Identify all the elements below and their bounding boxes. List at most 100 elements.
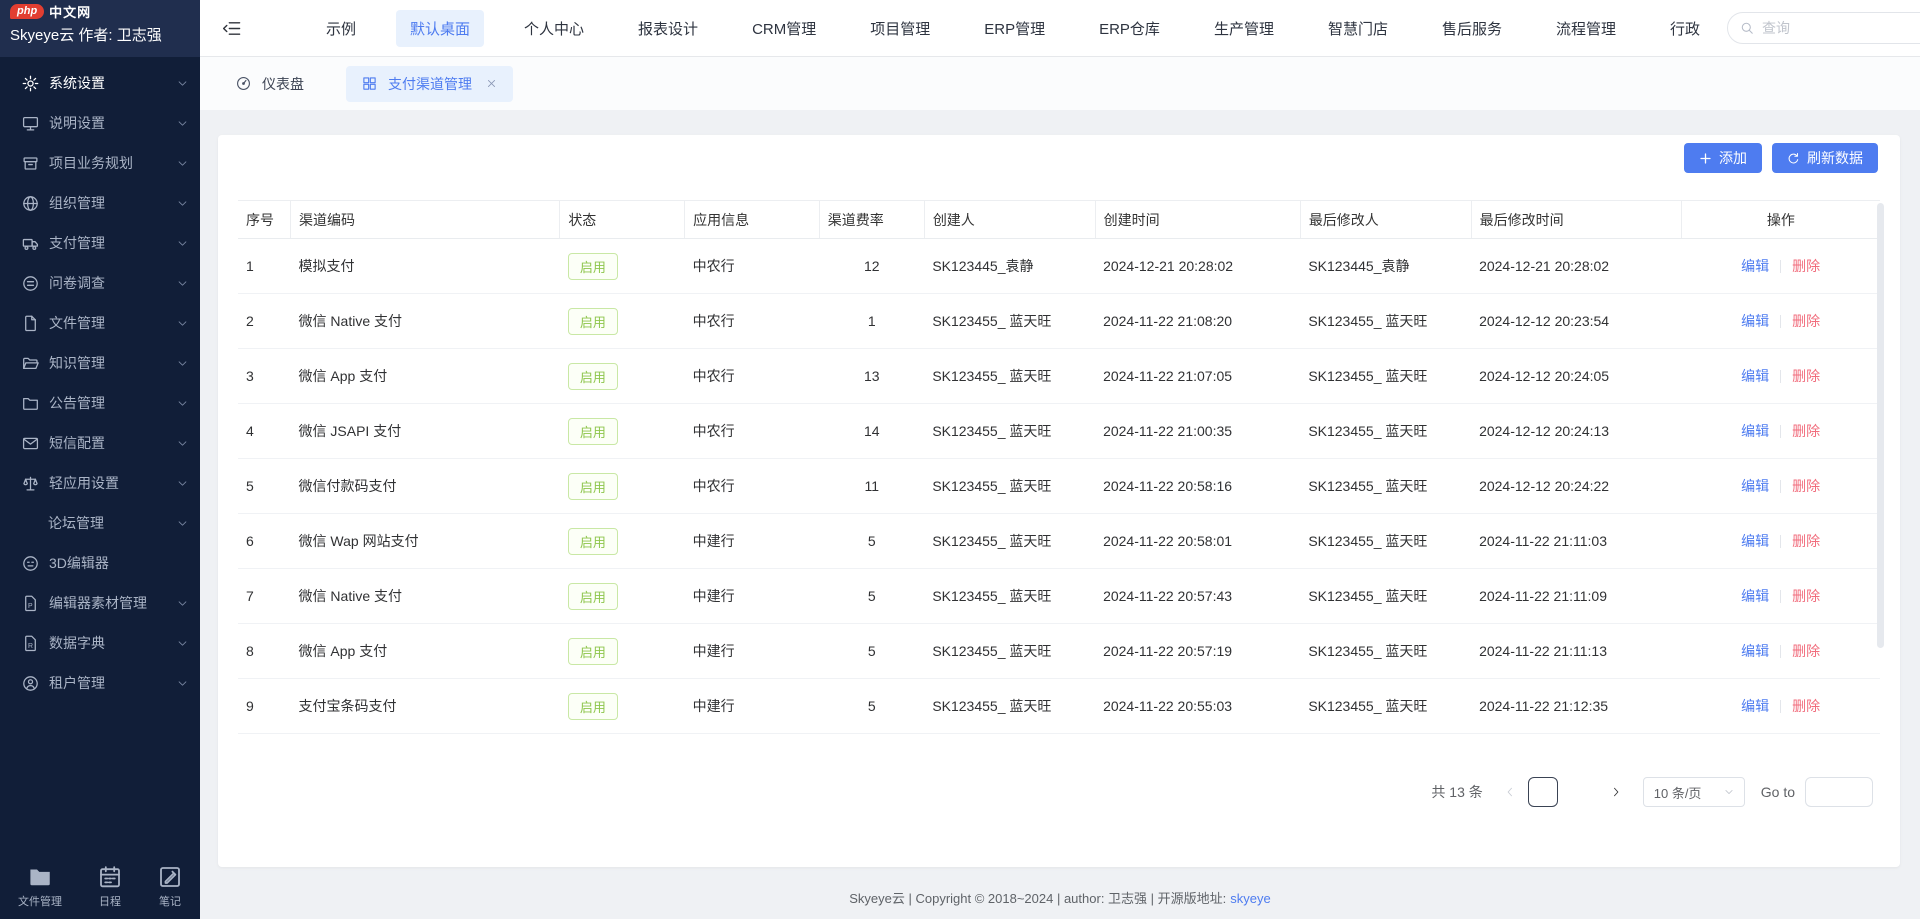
close-icon[interactable] bbox=[486, 78, 497, 89]
edit-link[interactable]: 编辑 bbox=[1741, 533, 1769, 549]
add-button[interactable]: 添加 bbox=[1684, 143, 1762, 173]
global-search[interactable] bbox=[1727, 12, 1920, 44]
survey-icon bbox=[22, 275, 39, 292]
table-row: 2 微信 Native 支付 启用 中农行 1 SK123455_ 蓝天旺 20… bbox=[238, 294, 1880, 349]
page-tab[interactable]: 仪表盘 bbox=[222, 66, 318, 102]
top-nav-item[interactable]: ERP管理 bbox=[970, 10, 1059, 47]
refresh-icon bbox=[1787, 152, 1800, 165]
delete-link[interactable]: 删除 bbox=[1792, 368, 1820, 384]
collapse-sidebar-icon[interactable] bbox=[222, 19, 241, 38]
delete-link[interactable]: 删除 bbox=[1792, 313, 1820, 329]
sidebar-menu-item[interactable]: 论坛管理 bbox=[0, 503, 200, 543]
footer-link[interactable]: skyeye bbox=[1230, 891, 1270, 906]
top-nav-item[interactable]: 售后服务 bbox=[1428, 10, 1516, 47]
chevron-down-icon bbox=[177, 438, 188, 449]
table-row: 5 微信付款码支付 启用 中农行 11 SK123455_ 蓝天旺 2024-1… bbox=[238, 459, 1880, 514]
page-number-button[interactable] bbox=[1568, 777, 1598, 807]
sidebar-menu-item[interactable]: 轻应用设置 bbox=[0, 463, 200, 503]
refresh-button[interactable]: 刷新数据 bbox=[1772, 143, 1878, 173]
delete-link[interactable]: 删除 bbox=[1792, 533, 1820, 549]
chevron-down-icon bbox=[177, 238, 188, 249]
sidebar-menu-item[interactable]: 3D编辑器 bbox=[0, 543, 200, 583]
sidebar-menu-item[interactable]: 短信配置 bbox=[0, 423, 200, 463]
sidebar-menu-item[interactable]: 公告管理 bbox=[0, 383, 200, 423]
sidebar-menu-item[interactable]: 组织管理 bbox=[0, 183, 200, 223]
gear-icon bbox=[22, 75, 39, 92]
cell-index: 6 bbox=[238, 514, 291, 569]
cell-index: 9 bbox=[238, 679, 291, 734]
delete-link[interactable]: 删除 bbox=[1792, 258, 1820, 274]
top-nav-item[interactable]: 示例 bbox=[312, 10, 370, 47]
goto-page-input[interactable] bbox=[1805, 777, 1873, 807]
next-page-icon[interactable] bbox=[1603, 777, 1629, 807]
cell-index: 1 bbox=[238, 239, 291, 294]
cell-creator: SK123445_袁静 bbox=[924, 239, 1095, 294]
tab-strip: 仪表盘 支付渠道管理 bbox=[200, 57, 1920, 110]
sidebar-menu-item[interactable]: 文件管理 bbox=[0, 303, 200, 343]
robot-icon bbox=[22, 555, 39, 572]
top-nav-item[interactable]: 报表设计 bbox=[624, 10, 712, 47]
top-nav-item[interactable]: 流程管理 bbox=[1542, 10, 1630, 47]
edit-link[interactable]: 编辑 bbox=[1741, 313, 1769, 329]
chevron-down-icon bbox=[177, 118, 188, 129]
page-size-select[interactable]: 10 条/页 bbox=[1643, 777, 1745, 807]
edit-link[interactable]: 编辑 bbox=[1741, 368, 1769, 384]
delete-link[interactable]: 删除 bbox=[1792, 588, 1820, 604]
cell-modifier: SK123455_ 蓝天旺 bbox=[1300, 624, 1471, 679]
sidebar-menu-item[interactable]: 说明设置 bbox=[0, 103, 200, 143]
action-divider bbox=[1780, 535, 1781, 548]
top-nav-item[interactable]: 智慧门店 bbox=[1314, 10, 1402, 47]
sidebar-footer-item[interactable]: 文件管理 bbox=[18, 865, 62, 909]
table-header-cell: 应用信息 bbox=[685, 201, 820, 239]
sidebar-menu-item[interactable]: 问卷调查 bbox=[0, 263, 200, 303]
top-nav-item[interactable]: 项目管理 bbox=[856, 10, 944, 47]
plus-icon bbox=[1699, 152, 1712, 165]
page-footer: Skyeye云 | Copyright © 2018~2024 | author… bbox=[200, 888, 1920, 907]
top-nav-item[interactable]: ERP仓库 bbox=[1085, 10, 1174, 47]
action-divider bbox=[1780, 315, 1781, 328]
top-nav-item[interactable]: 默认桌面 bbox=[396, 10, 484, 47]
edit-link[interactable]: 编辑 bbox=[1741, 698, 1769, 714]
sidebar-menu-item[interactable]: R 数据字典 bbox=[0, 623, 200, 663]
edit-link[interactable]: 编辑 bbox=[1741, 478, 1769, 494]
sidebar-footer-item[interactable]: 笔记 bbox=[158, 865, 182, 909]
delete-link[interactable]: 删除 bbox=[1792, 698, 1820, 714]
table-header-cell: 操作 bbox=[1681, 201, 1880, 239]
cell-created-time: 2024-11-22 20:57:19 bbox=[1095, 624, 1300, 679]
sidebar-menu-item[interactable]: P 编辑器素材管理 bbox=[0, 583, 200, 623]
status-badge: 启用 bbox=[568, 528, 618, 555]
page-tab[interactable]: 支付渠道管理 bbox=[346, 66, 513, 102]
status-badge: 启用 bbox=[568, 253, 618, 280]
top-nav-item[interactable]: 个人中心 bbox=[510, 10, 598, 47]
php-site-label: 中文网 bbox=[49, 2, 91, 21]
cell-index: 3 bbox=[238, 349, 291, 404]
edit-link[interactable]: 编辑 bbox=[1741, 588, 1769, 604]
cell-creator: SK123455_ 蓝天旺 bbox=[924, 569, 1095, 624]
sidebar-menu-item[interactable]: 租户管理 bbox=[0, 663, 200, 703]
delete-link[interactable]: 删除 bbox=[1792, 423, 1820, 439]
chevron-down-icon bbox=[177, 478, 188, 489]
top-nav-item[interactable]: 生产管理 bbox=[1200, 10, 1288, 47]
sidebar-menu-item[interactable]: 项目业务规划 bbox=[0, 143, 200, 183]
sidebar-menu-item[interactable]: 支付管理 bbox=[0, 223, 200, 263]
delete-link[interactable]: 删除 bbox=[1792, 478, 1820, 494]
cell-modifier: SK123455_ 蓝天旺 bbox=[1300, 349, 1471, 404]
cell-created-time: 2024-11-22 20:55:03 bbox=[1095, 679, 1300, 734]
top-nav-item[interactable]: 行政 bbox=[1656, 10, 1714, 47]
edit-link[interactable]: 编辑 bbox=[1741, 258, 1769, 274]
page-number-button[interactable] bbox=[1528, 777, 1558, 807]
search-input[interactable] bbox=[1762, 20, 1920, 36]
top-nav-item[interactable]: CRM管理 bbox=[738, 10, 830, 47]
table-scrollbar[interactable] bbox=[1877, 203, 1884, 648]
edit-link[interactable]: 编辑 bbox=[1741, 643, 1769, 659]
cell-rate: 5 bbox=[819, 569, 924, 624]
prev-page-icon[interactable] bbox=[1497, 777, 1523, 807]
sidebar-footer-item[interactable]: 日程 bbox=[98, 865, 122, 909]
chevron-down-icon bbox=[177, 278, 188, 289]
edit-link[interactable]: 编辑 bbox=[1741, 423, 1769, 439]
cell-creator: SK123455_ 蓝天旺 bbox=[924, 679, 1095, 734]
sidebar-menu-item[interactable]: 系统设置 bbox=[0, 63, 200, 103]
cell-app-info: 中建行 bbox=[685, 514, 820, 569]
sidebar-menu-item[interactable]: 知识管理 bbox=[0, 343, 200, 383]
delete-link[interactable]: 删除 bbox=[1792, 643, 1820, 659]
